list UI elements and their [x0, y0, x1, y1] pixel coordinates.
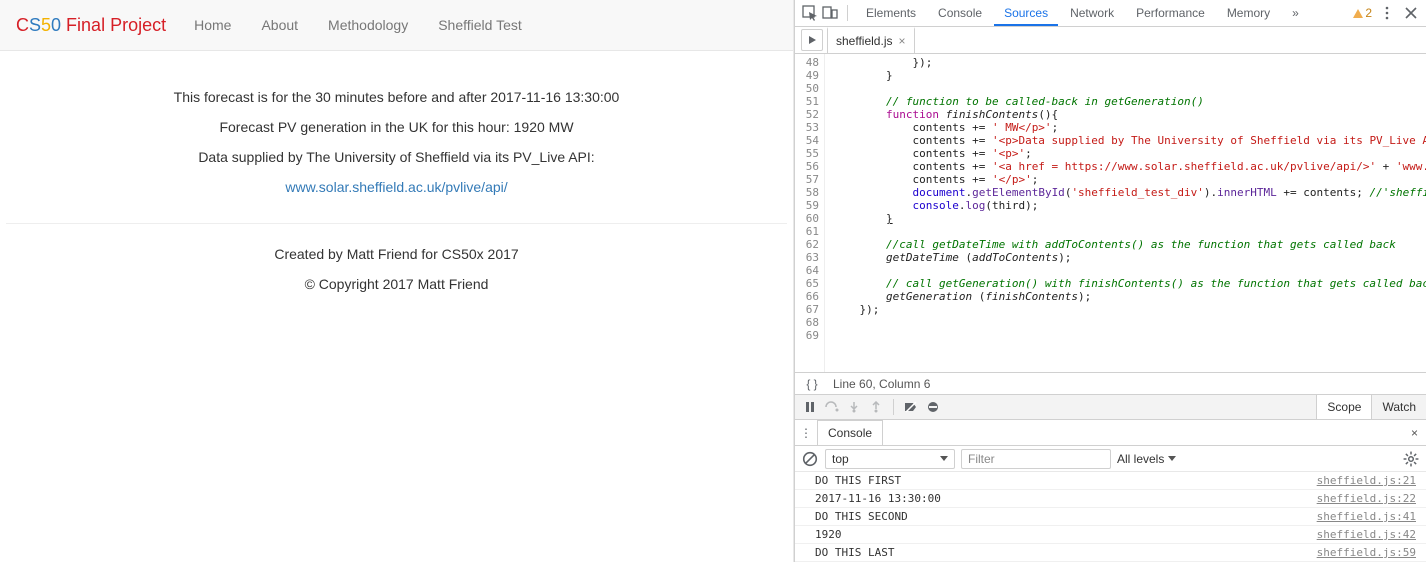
forecast-window-text: This forecast is for the 30 minutes befo… [0, 89, 793, 105]
tab-memory[interactable]: Memory [1217, 0, 1280, 26]
pause-on-exceptions-button[interactable] [922, 396, 944, 418]
log-levels-select[interactable]: All levels [1117, 452, 1176, 466]
context-value: top [832, 452, 849, 466]
drawer-close-icon[interactable]: × [1403, 426, 1426, 440]
deactivate-breakpoints-button[interactable] [900, 396, 922, 418]
nav-about[interactable]: About [261, 17, 298, 33]
line-gutter: 4849505152535455565758596061626364656667… [795, 54, 825, 372]
clear-console-icon[interactable] [801, 450, 819, 468]
console-message: DO THIS FIRST [815, 474, 901, 487]
console-source-link[interactable]: sheffield.js:59 [1317, 546, 1416, 559]
console-row: DO THIS LAST sheffield.js:59 [795, 544, 1426, 562]
tab-network[interactable]: Network [1060, 0, 1124, 26]
brand-char: 0 [51, 15, 61, 35]
step-into-button [843, 396, 865, 418]
levels-label: All levels [1117, 452, 1164, 466]
cursor-position: Line 60, Column 6 [833, 377, 930, 391]
tab-sources[interactable]: Sources [994, 0, 1058, 26]
tab-elements[interactable]: Elements [856, 0, 926, 26]
debugger-toolbar: Scope Watch [795, 394, 1426, 420]
tab-more[interactable]: » [1282, 0, 1309, 26]
warning-icon [1353, 9, 1363, 18]
forecast-pv-text: Forecast PV generation in the UK for thi… [0, 119, 793, 135]
editor-statusbar: { } Line 60, Column 6 [795, 372, 1426, 394]
console-message: 1920 [815, 528, 842, 541]
chevron-down-icon [1168, 456, 1176, 461]
step-over-button [821, 396, 843, 418]
console-row: 2017-11-16 13:30:00 sheffield.js:22 [795, 490, 1426, 508]
nav-sheffield-test[interactable]: Sheffield Test [438, 17, 522, 33]
console-source-link[interactable]: sheffield.js:22 [1317, 492, 1416, 505]
console-settings-icon[interactable] [1402, 450, 1420, 468]
console-toolbar: top Filter All levels [795, 446, 1426, 472]
watch-tab[interactable]: Watch [1372, 395, 1426, 419]
console-message: DO THIS SECOND [815, 510, 908, 523]
nav-methodology[interactable]: Methodology [328, 17, 408, 33]
chevron-down-icon [940, 456, 948, 461]
brand-char: C [16, 15, 29, 35]
tab-console[interactable]: Console [928, 0, 992, 26]
filter-placeholder: Filter [968, 452, 995, 466]
code-editor[interactable]: 4849505152535455565758596061626364656667… [795, 54, 1426, 372]
pretty-print-icon[interactable]: { } [803, 375, 821, 393]
devtools-close-icon[interactable] [1402, 4, 1420, 22]
kebab-menu-icon[interactable] [1378, 4, 1396, 22]
debugger-right-tabs: Scope Watch [1316, 395, 1426, 419]
navigator-toggle[interactable] [801, 29, 823, 51]
page-content: This forecast is for the 30 minutes befo… [0, 51, 793, 562]
api-link[interactable]: www.solar.sheffield.ac.uk/pvlive/api/ [285, 179, 507, 195]
file-tab-label: sheffield.js [836, 34, 892, 48]
drawer-tabbar: ⋮ Console × [795, 420, 1426, 446]
code-area[interactable]: }); } // function to be called-back in g… [825, 54, 1426, 372]
footer-credit: Created by Matt Friend for CS50x 2017 [0, 246, 793, 262]
file-tab-sheffield[interactable]: sheffield.js × [827, 27, 915, 53]
console-message: DO THIS LAST [815, 546, 894, 559]
devtools-pane: Elements Console Sources Network Perform… [794, 0, 1426, 562]
console-source-link[interactable]: sheffield.js:41 [1317, 510, 1416, 523]
device-toggle-icon[interactable] [821, 4, 839, 22]
scope-tab[interactable]: Scope [1317, 395, 1372, 419]
brand[interactable]: CS50 Final Project [16, 15, 166, 36]
brand-char: 5 [41, 15, 51, 35]
console-row: DO THIS FIRST sheffield.js:21 [795, 472, 1426, 490]
console-output[interactable]: DO THIS FIRST sheffield.js:21 2017-11-16 1… [795, 472, 1426, 562]
tab-performance[interactable]: Performance [1126, 0, 1215, 26]
navbar: CS50 Final Project Home About Methodolog… [0, 0, 793, 51]
console-filter-input[interactable]: Filter [961, 449, 1111, 469]
console-source-link[interactable]: sheffield.js:42 [1317, 528, 1416, 541]
drawer-menu-icon[interactable]: ⋮ [795, 426, 817, 440]
step-out-button [865, 396, 887, 418]
sources-file-tabbar: sheffield.js × [795, 27, 1426, 54]
footer-copyright: © Copyright 2017 Matt Friend [0, 276, 793, 292]
footer-divider [6, 223, 787, 224]
play-icon [807, 35, 817, 45]
data-source-text: Data supplied by The University of Sheff… [0, 149, 793, 165]
console-row: 1920 sheffield.js:42 [795, 526, 1426, 544]
warnings-badge[interactable]: 2 [1353, 6, 1372, 20]
drawer-tab-console[interactable]: Console [817, 420, 883, 445]
brand-rest: Final Project [61, 15, 166, 35]
brand-char: S [29, 15, 41, 35]
dbg-separator [893, 399, 894, 415]
footer: Created by Matt Friend for CS50x 2017 © … [0, 246, 793, 292]
webpage-pane: CS50 Final Project Home About Methodolog… [0, 0, 794, 562]
context-select[interactable]: top [825, 449, 955, 469]
devtools-tabbar: Elements Console Sources Network Perform… [795, 0, 1426, 27]
nav-home[interactable]: Home [194, 17, 231, 33]
nav-links: Home About Methodology Sheffield Test [194, 17, 522, 33]
tab-separator [847, 5, 848, 21]
pause-button[interactable] [799, 396, 821, 418]
file-tab-close-icon[interactable]: × [898, 34, 905, 48]
inspect-icon[interactable] [801, 4, 819, 22]
console-source-link[interactable]: sheffield.js:21 [1317, 474, 1416, 487]
warning-count: 2 [1365, 6, 1372, 20]
console-row: DO THIS SECOND sheffield.js:41 [795, 508, 1426, 526]
console-message: 2017-11-16 13:30:00 [815, 492, 941, 505]
